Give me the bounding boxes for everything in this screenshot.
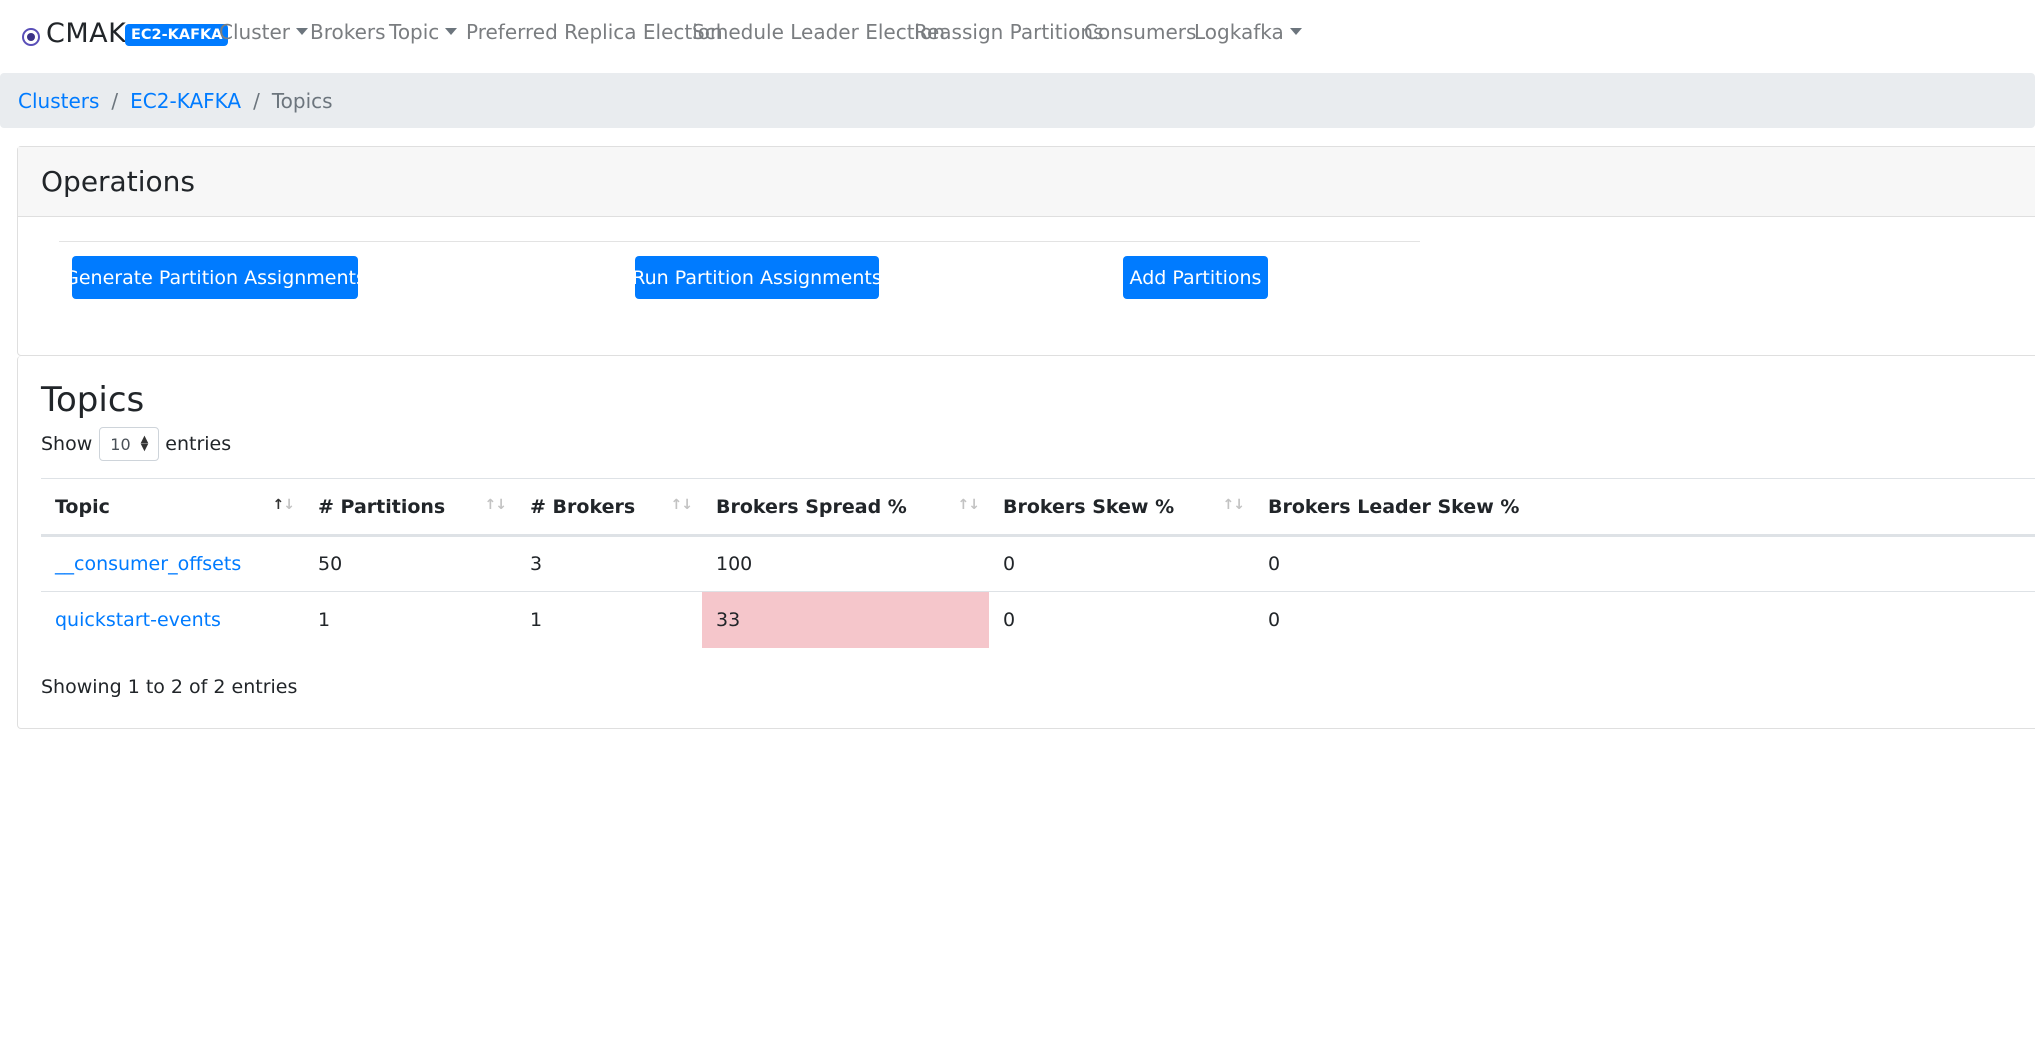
nav-consumers[interactable]: Consumers bbox=[1084, 20, 1196, 44]
divider bbox=[59, 241, 1420, 242]
topics-table: Topic ↑↓ # Partitions ↑↓ # Brokers ↑↓ Broke… bbox=[41, 478, 2035, 648]
brokers-leader-skew-cell: 0 bbox=[1254, 535, 2035, 592]
caret-down-icon bbox=[445, 28, 458, 35]
top-navbar: CMAK EC2-KAFKA Cluster Brokers Topic Pre… bbox=[0, 0, 2035, 72]
nav-cluster-dropdown[interactable]: Cluster bbox=[219, 20, 308, 44]
kafka-manager-logo-icon bbox=[22, 27, 40, 46]
brand-name: CMAK bbox=[46, 18, 127, 49]
table-header-row: Topic ↑↓ # Partitions ↑↓ # Brokers ↑↓ Broke… bbox=[41, 478, 2035, 537]
nav-schedule-leader-election[interactable]: Schedule Leader Election bbox=[692, 20, 945, 44]
table-row: __consumer_offsets 50 3 100 0 0 bbox=[41, 535, 2035, 592]
brokers-cell: 1 bbox=[530, 608, 543, 631]
sort-icon: ↑↓ bbox=[1222, 497, 1245, 513]
brokers-spread-cell-alert: 33 bbox=[702, 591, 989, 648]
generate-partition-assignments-button[interactable]: Generate Partition Assignments bbox=[64, 256, 366, 299]
add-partitions-button[interactable]: Add Partitions bbox=[1123, 256, 1268, 299]
sort-icon: ↑↓ bbox=[957, 497, 980, 513]
operations-title: Operations bbox=[41, 165, 195, 198]
breadcrumb-separator: / bbox=[253, 88, 260, 113]
breadcrumb-clusters[interactable]: Clusters bbox=[18, 89, 99, 113]
page-size-value: 10 bbox=[110, 434, 131, 454]
breadcrumb-current: Topics bbox=[271, 88, 333, 113]
brokers-spread-cell: 100 bbox=[702, 535, 989, 592]
page-size-select[interactable]: 10 ▲ ▼ bbox=[99, 427, 160, 461]
nav-reassign-partitions[interactable]: Reassign Partitions bbox=[914, 20, 1103, 44]
caret-down-icon bbox=[1289, 28, 1302, 35]
page-size-control: Show 10 ▲ ▼ entries bbox=[41, 427, 231, 461]
topic-cell: __consumer_offsets bbox=[41, 535, 304, 592]
sort-icon: ↑↓ bbox=[484, 497, 507, 513]
nav-topic-dropdown[interactable]: Topic bbox=[389, 20, 458, 44]
brokers-cell: 3 bbox=[516, 535, 702, 592]
breadcrumb-separator: / bbox=[111, 88, 119, 113]
breadcrumb-cluster[interactable]: EC2-KAFKA bbox=[130, 89, 241, 113]
topic-link[interactable]: __consumer_offsets bbox=[55, 553, 241, 575]
column-header-partitions[interactable]: # Partitions ↑↓ bbox=[304, 478, 516, 537]
column-header-brokers[interactable]: # Brokers ↑↓ bbox=[516, 478, 702, 537]
column-header-brokers-skew[interactable]: Brokers Skew % ↑↓ bbox=[989, 478, 1254, 537]
brokers-skew-cell: 0 bbox=[989, 535, 1254, 592]
brand-link[interactable]: CMAK bbox=[22, 18, 126, 49]
table-info: Showing 1 to 2 of 2 entries bbox=[41, 676, 298, 698]
brokers-skew-cell: 0 bbox=[1003, 608, 1016, 631]
operations-header: Operations bbox=[18, 147, 2035, 217]
select-arrows-icon: ▲ ▼ bbox=[140, 434, 149, 453]
topics-title: Topics bbox=[41, 380, 145, 420]
column-header-topic[interactable]: Topic ↑↓ bbox=[41, 478, 304, 537]
nav-logkafka-dropdown[interactable]: Logkafka bbox=[1194, 20, 1302, 44]
partitions-cell: 1 bbox=[318, 608, 331, 631]
column-header-brokers-spread[interactable]: Brokers Spread % ↑↓ bbox=[702, 478, 989, 537]
topic-link[interactable]: quickstart-events bbox=[55, 609, 221, 631]
topic-cell: quickstart-events bbox=[41, 592, 304, 648]
sort-asc-icon: ↑↓ bbox=[272, 497, 295, 513]
nav-preferred-replica-election[interactable]: Preferred Replica Election bbox=[466, 20, 723, 44]
partitions-cell: 50 bbox=[304, 535, 516, 592]
topics-card: Topics Show 10 ▲ ▼ entries Topic ↑↓ # Part… bbox=[17, 356, 2035, 729]
cluster-badge: EC2-KAFKA bbox=[125, 24, 229, 46]
column-header-brokers-leader-skew[interactable]: Brokers Leader Skew % bbox=[1254, 478, 2035, 537]
entries-label: entries bbox=[165, 433, 232, 455]
caret-down-icon bbox=[296, 28, 308, 35]
table-row: quickstart-events 1 1 33 0 0 bbox=[41, 591, 2035, 648]
brokers-leader-skew-cell: 0 bbox=[1268, 608, 1281, 631]
operations-card: Operations Generate Partition Assignment… bbox=[17, 146, 2035, 356]
sort-icon: ↑↓ bbox=[670, 497, 693, 513]
breadcrumb: Clusters / EC2-KAFKA / Topics bbox=[0, 73, 2035, 128]
nav-brokers[interactable]: Brokers bbox=[310, 20, 386, 44]
show-label: Show bbox=[41, 433, 93, 455]
run-partition-assignments-button[interactable]: Run Partition Assignments bbox=[632, 256, 882, 299]
